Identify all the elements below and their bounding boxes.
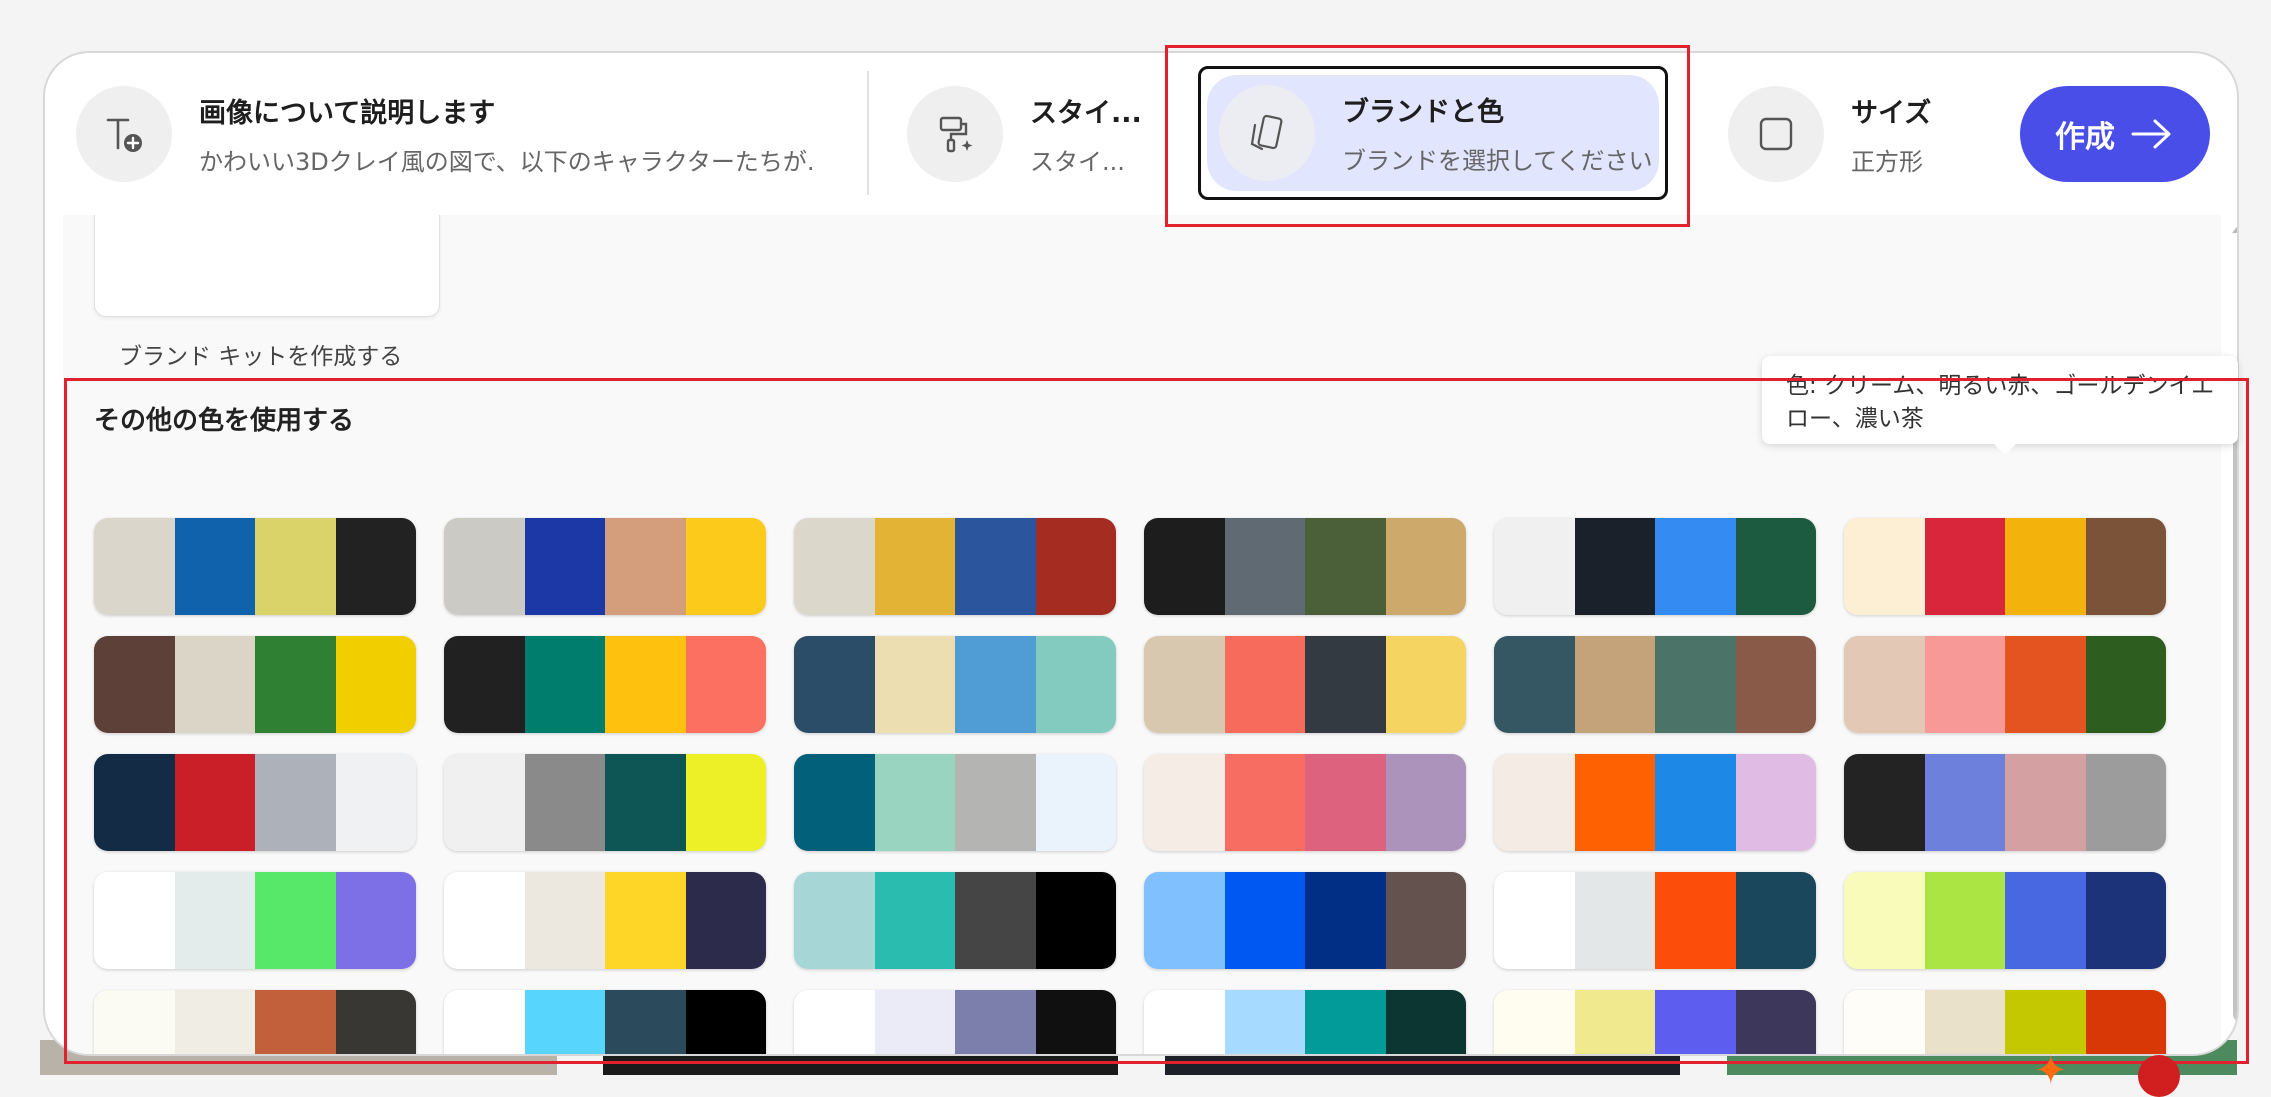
style-title: スタイ... [1030, 98, 1142, 129]
highlight-brand-item [1165, 45, 1690, 227]
style-item[interactable]: スタイ... スタイ... [907, 86, 1142, 182]
square-icon [1728, 86, 1824, 182]
create-brand-kit-card[interactable] [94, 215, 440, 317]
create-brand-kit-label[interactable]: ブランド キットを作成する [119, 337, 402, 371]
text-add-icon [76, 86, 172, 182]
create-button-label: 作成 [2055, 120, 2115, 155]
size-item[interactable]: サイズ 正方形 [1728, 86, 1931, 182]
arrow-right-icon [2131, 119, 2171, 149]
describe-image-title: 画像について説明します [199, 98, 496, 129]
paint-roller-sparkle-icon [907, 86, 1003, 182]
describe-image-item[interactable]: 画像について説明します かわいい3Dクレイ風の図で、以下のキャラクターたちが..… [76, 86, 814, 182]
create-button[interactable]: 作成 [2020, 86, 2210, 182]
style-subtitle: スタイ... [1030, 148, 1125, 176]
app-badge-icon: ✦ [2034, 1048, 2068, 1094]
size-subtitle: 正方形 [1851, 148, 1923, 176]
prompt-toolbar: 画像について説明します かわいい3Dクレイ風の図で、以下のキャラクターたちが..… [45, 53, 2237, 213]
scroll-up-arrow-icon[interactable] [2232, 223, 2237, 233]
size-title: サイズ [1851, 98, 1932, 129]
highlight-other-colors [64, 378, 2249, 1064]
describe-image-subtitle: かわいい3Dクレイ風の図で、以下のキャラクターたちが... [199, 148, 814, 176]
toolbar-divider [867, 71, 869, 195]
notification-dot [2138, 1055, 2180, 1097]
